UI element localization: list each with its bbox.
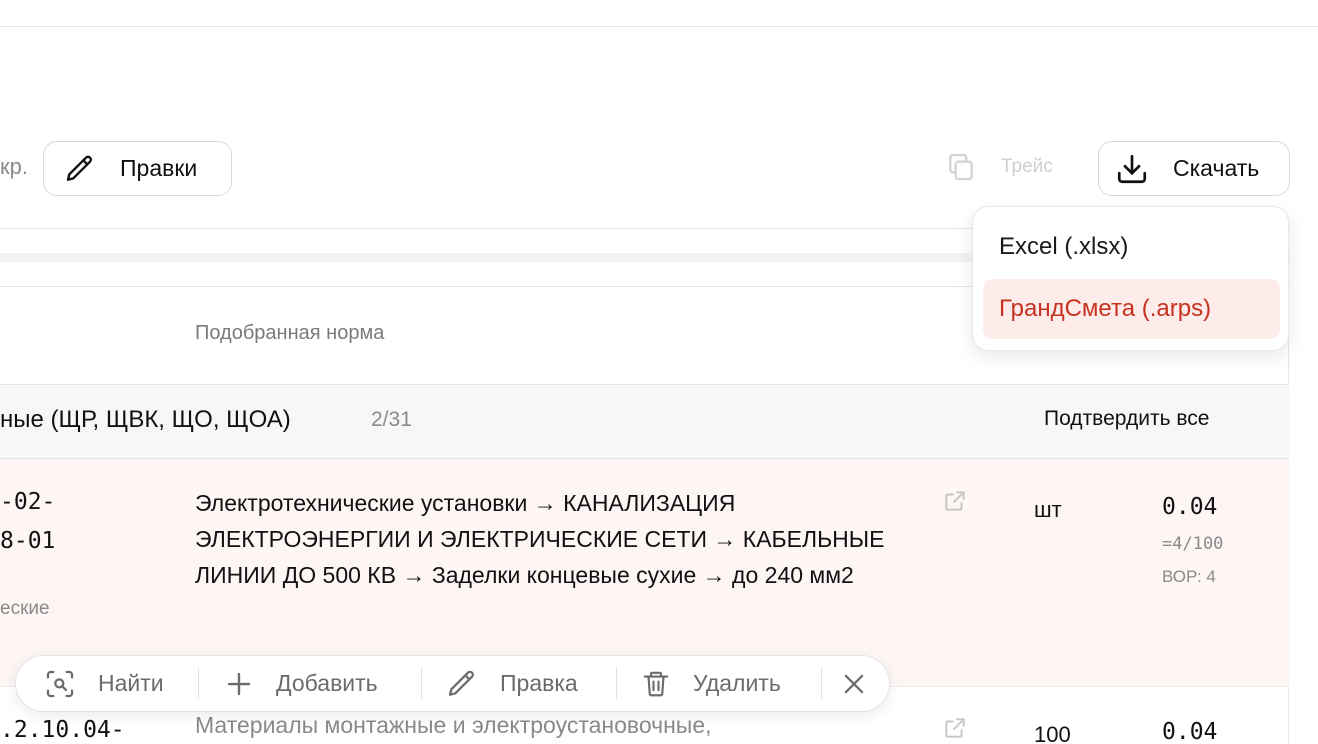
edits-button-label: Правки (120, 155, 198, 181)
row-vor: ВОР: 4 (1162, 567, 1216, 586)
group-title: ные (ЩР, ЩВК, ЩО, ЩОА) (0, 406, 291, 433)
row-category-label: еские (0, 598, 50, 619)
plus-icon (224, 669, 254, 699)
row-unit: 100 (1034, 722, 1071, 744)
divider (616, 668, 617, 699)
close-button[interactable] (840, 656, 868, 711)
trash-icon (641, 668, 671, 700)
trace-label: Трейс (1001, 156, 1053, 177)
edit-button[interactable]: Правка (446, 656, 578, 711)
external-link-icon[interactable] (942, 488, 968, 514)
row-unit: шт (1034, 497, 1062, 522)
row-formula: =4/100 (1162, 534, 1224, 554)
download-button[interactable]: Скачать (1098, 141, 1290, 196)
row-code: 8-01 (0, 528, 56, 554)
divider (198, 668, 199, 699)
row-code: .2.10.04- (0, 717, 125, 743)
add-button[interactable]: Добавить (224, 656, 378, 711)
row-quantity: 0.04 (1162, 719, 1218, 744)
delete-button-label: Удалить (693, 670, 781, 696)
menu-item-excel-label: Excel (.xlsx) (999, 233, 1129, 260)
download-menu: Excel (.xlsx) ГрандСмета (.arps) (972, 206, 1289, 351)
menu-item-excel[interactable]: Excel (.xlsx) (983, 217, 1280, 277)
toolbar-cut-label: кр. (0, 154, 28, 179)
edit-button-label: Правка (500, 670, 578, 696)
row-description: Материалы монтажные и электроустановочны… (195, 712, 712, 738)
group-count: 2/31 (371, 408, 412, 431)
menu-item-grandsmeta-label: ГрандСмета (.arps) (999, 295, 1212, 322)
download-button-label: Скачать (1173, 155, 1260, 181)
pencil-icon (64, 153, 96, 185)
trace-button[interactable]: Трейс (945, 150, 1053, 184)
row-code: -02- (0, 489, 56, 515)
close-icon (840, 670, 868, 698)
confirm-all-button[interactable]: Подтвердить все (1044, 407, 1209, 431)
row-description: Электротехнические установки → КАНАЛИЗАЦ… (195, 490, 885, 588)
pencil-icon (446, 668, 478, 700)
top-divider (0, 26, 1318, 27)
scan-search-icon (44, 668, 76, 700)
menu-item-grandsmeta[interactable]: ГрандСмета (.arps) (983, 279, 1280, 339)
divider (421, 668, 422, 699)
external-link-icon[interactable] (942, 715, 968, 741)
delete-button[interactable]: Удалить (641, 656, 781, 711)
column-header-norm: Подобранная норма (195, 322, 385, 344)
find-button[interactable]: Найти (44, 656, 164, 711)
copy-icon (945, 150, 977, 184)
row-quantity: 0.04 (1162, 494, 1218, 520)
download-icon (1115, 152, 1149, 186)
add-button-label: Добавить (276, 670, 378, 696)
floating-action-bar: Найти Добавить Правка Удалить (15, 655, 890, 712)
edits-button[interactable]: Правки (43, 141, 232, 196)
divider (821, 668, 822, 699)
find-button-label: Найти (98, 670, 164, 696)
